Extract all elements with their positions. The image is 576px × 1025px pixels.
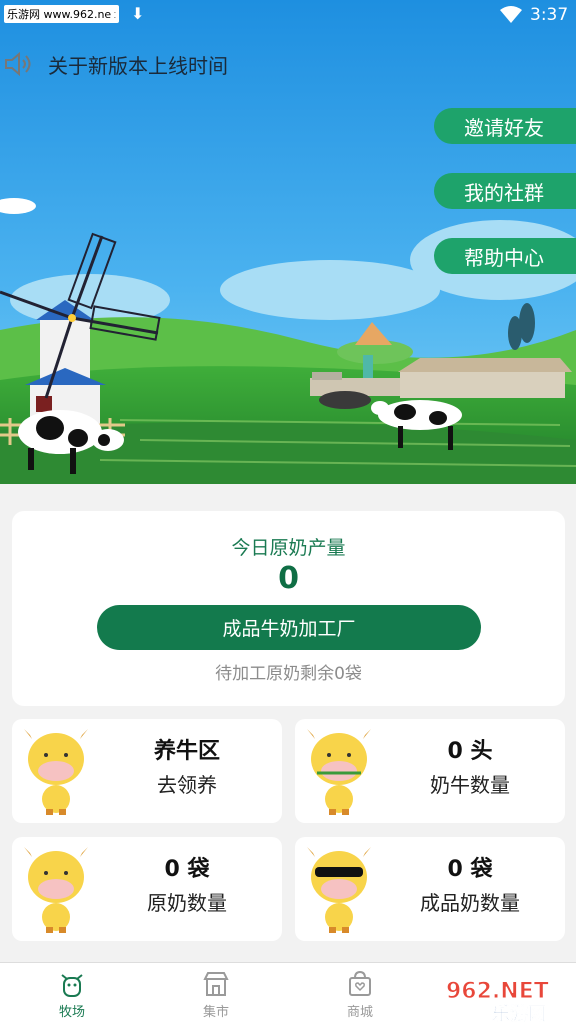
invite-friends-label: 邀请好友 [464, 115, 544, 140]
finished-milk-label: 成品奶数量 [420, 891, 520, 915]
help-center-label: 帮助中心 [464, 245, 544, 270]
milk-factory-button[interactable]: 成品牛奶加工厂 [97, 605, 481, 650]
my-community-button[interactable]: 我的社群 [434, 173, 576, 209]
finished-milk-tile[interactable]: 0 袋 成品奶数量 [295, 837, 565, 941]
help-center-button[interactable]: 帮助中心 [434, 238, 576, 274]
raw-milk-tile[interactable]: 0 袋 原奶数量 [12, 837, 282, 941]
cow-count-tile[interactable]: 0 头 奶牛数量 [295, 719, 565, 823]
cow-count-value: 0 头 [447, 739, 493, 764]
production-value: 0 [278, 561, 299, 596]
cattle-area-title: 养牛区 [153, 739, 220, 764]
site-watermark-logo: 962.NET 乐游网 [446, 979, 550, 1025]
download-icon: ⬇ [106, 4, 120, 23]
status-bar: 乐游网 www.962.net ⬇ ⬇ 3:37 [0, 0, 576, 30]
download-icon: ⬇ [131, 4, 145, 23]
tab-pasture[interactable]: 牧场 [0, 963, 144, 1025]
storefront-icon [203, 972, 229, 996]
cow-head-icon [61, 974, 83, 997]
tab-label: 集市 [202, 1005, 229, 1020]
my-community-label: 我的社群 [464, 180, 544, 205]
pending-milk-text: 待加工原奶剩余0袋 [215, 664, 362, 684]
tab-label: 牧场 [58, 1005, 85, 1020]
cow-mascot-icon [24, 847, 88, 933]
raw-milk-label: 原奶数量 [147, 891, 227, 915]
milk-factory-label: 成品牛奶加工厂 [222, 618, 356, 640]
cow-mascot-icon [307, 729, 371, 815]
clock: 3:37 [530, 5, 569, 25]
raw-milk-value: 0 袋 [164, 857, 210, 882]
wifi-icon [500, 6, 522, 23]
speaker-icon [5, 51, 31, 77]
shopping-bag-icon [349, 970, 371, 996]
cow-mascot-icon [307, 847, 371, 933]
production-card: 今日原奶产量 0 成品牛奶加工厂 待加工原奶剩余0袋 [12, 511, 565, 706]
production-title: 今日原奶产量 [231, 537, 346, 559]
cattle-area-subtitle: 去领养 [157, 773, 217, 797]
cow-mascot-icon [24, 729, 88, 815]
watermark-label: 乐游网 www.962.net [4, 5, 119, 23]
tab-mall[interactable]: 商城 [288, 963, 432, 1025]
svg-text:乐游网: 乐游网 [492, 1003, 546, 1024]
announcement-text: 关于新版本上线时间 [48, 53, 228, 78]
tab-label: 商城 [346, 1005, 373, 1020]
invite-friends-button[interactable]: 邀请好友 [434, 108, 576, 144]
cow-count-label: 奶牛数量 [430, 773, 510, 797]
cattle-area-tile[interactable]: 养牛区 去领养 [12, 719, 282, 823]
finished-milk-value: 0 袋 [447, 857, 493, 882]
tab-market[interactable]: 集市 [144, 963, 288, 1025]
announcement-bar[interactable]: 关于新版本上线时间 [4, 48, 228, 80]
svg-text:962.NET: 962.NET [446, 979, 549, 1004]
